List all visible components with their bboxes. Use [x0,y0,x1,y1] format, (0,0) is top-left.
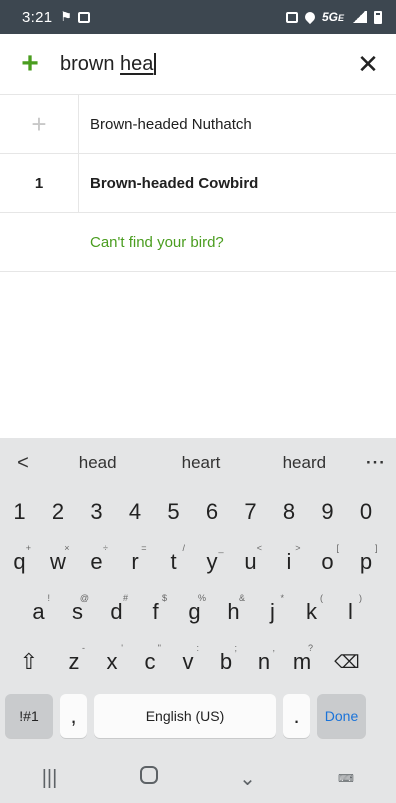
key-8[interactable]: 8 [272,490,307,534]
notification-icon: ⚑ [60,9,73,24]
number-row: 1234567890 [0,490,396,534]
key-w[interactable]: w × [41,540,76,584]
species-name[interactable]: Brown-headed Cowbird [79,175,258,192]
species-count[interactable]: 1 [0,154,79,212]
key-4[interactable]: 4 [118,490,153,534]
more-icon[interactable]: ··· [356,453,396,473]
key-b[interactable]: b; [209,640,243,684]
results-list: + Brown-headed Nuthatch 1 Brown-headed C… [0,95,396,272]
search-input[interactable]: brown hea [60,53,340,76]
search-input-typed: hea [120,52,154,75]
key-n[interactable]: n, [247,640,281,684]
key-2[interactable]: 2 [41,490,76,534]
hide-keyboard-icon[interactable]: ⌄ [208,766,288,791]
search-input-prefix: brown [60,52,121,75]
key-f[interactable]: f $ [138,590,173,634]
key-e[interactable]: e ÷ [79,540,114,584]
key-z[interactable]: z- [57,640,91,684]
message-icon [78,11,91,23]
cant-find-link[interactable]: Can't find your bird? [0,213,396,272]
key-l[interactable]: l) [333,590,368,634]
letter-row-3: ⇧ z - x ' c " v: b; n, m? ⌫ [0,640,396,684]
key-x[interactable]: x ' [95,640,129,684]
navigation-bar: ||| ⌄ ⌨ [0,753,396,803]
location-icon [302,9,318,25]
symbols-key[interactable]: !#1 [5,694,53,738]
keyboard-icon[interactable]: ⌨ [307,772,387,785]
key-p[interactable]: p] [349,540,384,584]
letter-row-1: q + w × e ÷ r = t / y _ u < i > o[p] [0,540,396,584]
suggestion-bar: < head heart heard ··· [0,438,396,488]
key-u[interactable]: u < [233,540,268,584]
key-q[interactable]: q + [2,540,37,584]
text-caret [154,53,157,75]
key-c[interactable]: c " [133,640,167,684]
key-9[interactable]: 9 [310,490,345,534]
key-7[interactable]: 7 [233,490,268,534]
key-t[interactable]: t / [156,540,191,584]
key-5[interactable]: 5 [156,490,191,534]
close-icon[interactable]: ✕ [340,49,396,80]
backspace-icon[interactable]: ⌫ [325,640,369,684]
add-count-icon[interactable]: + [0,95,79,153]
key-a[interactable]: a! [21,590,56,634]
key-j[interactable]: j * [255,590,290,634]
letter-row-2: a! s @ d # f $ g% h & j * k(l) [0,590,396,634]
home-icon[interactable] [109,766,189,790]
plus-icon[interactable]: + [0,49,60,79]
bottom-row: !#1 , English (US) . Done [0,694,396,738]
list-item[interactable]: 1 Brown-headed Cowbird [0,154,396,213]
key-m[interactable]: m? [285,640,319,684]
comma-key[interactable]: , [60,694,87,738]
status-time: 3:21 [22,8,53,26]
status-bar: 3:21 ⚑ 5GE [0,0,396,34]
suggestion-item[interactable]: head [46,453,149,473]
battery-icon [374,10,382,24]
shift-icon[interactable]: ⇧ [5,640,53,684]
key-s[interactable]: s @ [60,590,95,634]
key-h[interactable]: h & [216,590,251,634]
suggestion-item[interactable]: heard [253,453,356,473]
key-r[interactable]: r = [118,540,153,584]
space-key[interactable]: English (US) [94,694,276,738]
keyboard: < head heart heard ··· 1234567890 q + w × e ÷… [0,438,396,803]
key-d[interactable]: d # [99,590,134,634]
period-key[interactable]: . [283,694,310,738]
key-o[interactable]: o[ [310,540,345,584]
key-i[interactable]: i > [272,540,307,584]
list-item[interactable]: + Brown-headed Nuthatch [0,95,396,154]
chevron-left-icon[interactable]: < [0,452,46,475]
key-1[interactable]: 1 [2,490,37,534]
signal-icon [351,11,367,23]
alarm-icon [285,11,298,23]
done-key[interactable]: Done [317,694,366,738]
suggestion-item[interactable]: heart [149,453,252,473]
key-y[interactable]: y _ [195,540,230,584]
key-0[interactable]: 0 [349,490,384,534]
search-header: + brown hea ✕ [0,34,396,95]
key-3[interactable]: 3 [79,490,114,534]
recent-apps-icon[interactable]: ||| [10,767,90,790]
key-k[interactable]: k( [294,590,329,634]
species-name[interactable]: Brown-headed Nuthatch [79,116,252,133]
network-label: 5GE [321,10,344,24]
key-g[interactable]: g% [177,590,212,634]
key-6[interactable]: 6 [195,490,230,534]
key-v[interactable]: v: [171,640,205,684]
